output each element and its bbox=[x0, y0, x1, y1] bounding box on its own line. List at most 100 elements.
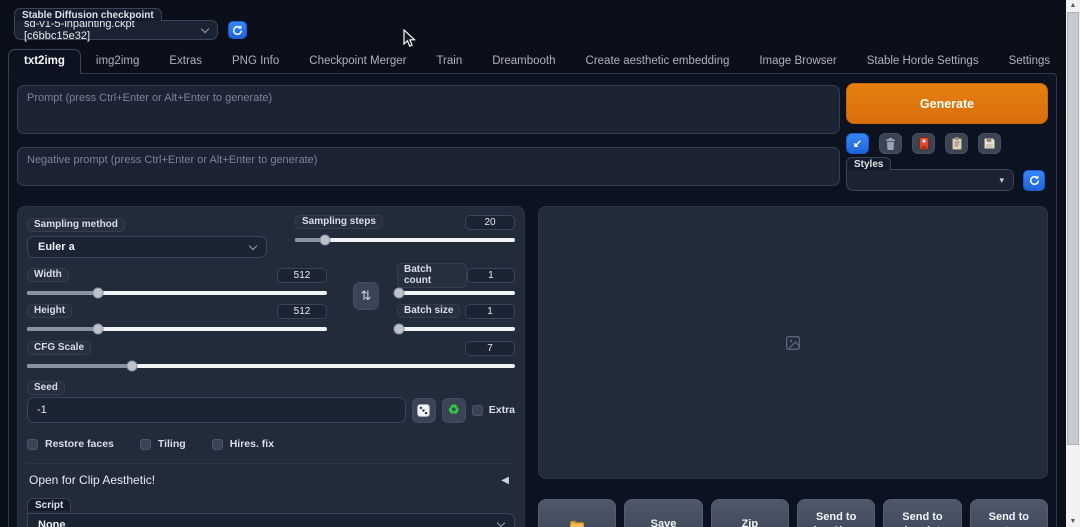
tiling-option: Tiling bbox=[139, 438, 186, 450]
tab-txt2img[interactable]: txt2img bbox=[8, 49, 81, 74]
seed-extra-label: Extra bbox=[488, 404, 515, 416]
tab-dreambooth[interactable]: Dreambooth bbox=[477, 50, 570, 73]
height-number[interactable]: 512 bbox=[277, 303, 327, 319]
slider-fill bbox=[27, 364, 132, 368]
dimensions-row: Width 512 Height 512 ⇅ Batch count 1 Bat… bbox=[27, 262, 515, 335]
tab-image-browser[interactable]: Image Browser bbox=[744, 50, 851, 73]
send-to-img2img-button[interactable]: Send to img2img bbox=[796, 499, 876, 527]
apply-style-button[interactable] bbox=[945, 133, 968, 154]
batch-count-label: Batch count bbox=[397, 262, 467, 288]
slider-thumb[interactable] bbox=[393, 323, 405, 335]
checkpoint-block: Stable Diffusion checkpoint sd-v1-5-inpa… bbox=[14, 8, 218, 42]
refresh-checkpoint-button[interactable] bbox=[228, 21, 247, 39]
slider-thumb[interactable] bbox=[393, 287, 405, 299]
send-to-extras-button[interactable]: Send to extras bbox=[969, 499, 1048, 527]
batch-size-label: Batch size bbox=[397, 304, 461, 318]
card-icon bbox=[918, 137, 929, 150]
prompt-section: Generate ↙ bbox=[17, 83, 1048, 191]
width-number[interactable]: 512 bbox=[277, 267, 327, 283]
scrollbar-thumb[interactable] bbox=[1067, 12, 1079, 445]
generation-section: Sampling method Euler a Sampling steps 2… bbox=[17, 206, 1048, 527]
seed-label: Seed bbox=[27, 381, 65, 395]
zip-button[interactable]: Zip bbox=[710, 499, 789, 527]
recycle-icon: ♻ bbox=[447, 402, 460, 417]
window-scrollbar[interactable]: ▲ ▼ bbox=[1066, 0, 1080, 527]
sampling-steps-number[interactable]: 20 bbox=[465, 214, 515, 230]
tab-create-aesthetic-embedding[interactable]: Create aesthetic embedding bbox=[571, 50, 745, 73]
batch-count-number[interactable]: 1 bbox=[466, 267, 515, 283]
height-slider[interactable] bbox=[27, 323, 327, 335]
tab-settings[interactable]: Settings bbox=[994, 50, 1066, 73]
prompt-tools: ↙ bbox=[846, 133, 1048, 154]
cfg-scale-slider[interactable] bbox=[27, 360, 515, 372]
hires-fix-checkbox[interactable] bbox=[211, 438, 223, 450]
swap-width-height-button[interactable]: ⇅ bbox=[353, 282, 379, 310]
trash-icon bbox=[886, 137, 895, 150]
sampling-steps-block: Sampling steps 20 bbox=[295, 214, 515, 258]
sampling-method-select[interactable]: Euler a bbox=[27, 236, 267, 258]
checkpoint-header: Stable Diffusion checkpoint sd-v1-5-inpa… bbox=[8, 0, 1057, 42]
clear-prompt-button[interactable] bbox=[879, 133, 902, 154]
slider-thumb[interactable] bbox=[92, 287, 103, 299]
batch-size-slider[interactable] bbox=[393, 323, 515, 335]
batch-column: Batch count 1 Batch size 1 bbox=[393, 262, 515, 335]
folder-icon bbox=[570, 520, 585, 527]
tab-png-info[interactable]: PNG Info bbox=[217, 50, 294, 73]
prompt-column bbox=[17, 83, 840, 191]
random-seed-button[interactable] bbox=[411, 397, 436, 423]
extra-networks-button[interactable] bbox=[912, 133, 935, 154]
prompt-input[interactable] bbox=[17, 85, 840, 134]
save-button[interactable]: Save bbox=[624, 499, 703, 527]
output-column: Save Zip Send to img2img Send to inpaint… bbox=[538, 206, 1048, 527]
save-style-button[interactable] bbox=[978, 133, 1001, 154]
checkpoint-value: sd-v1-5-inpainting.ckpt [c6bbc15e32] bbox=[24, 18, 135, 42]
chevron-down-icon bbox=[496, 518, 506, 527]
tab-checkpoint-merger[interactable]: Checkpoint Merger bbox=[294, 50, 421, 73]
tab-train[interactable]: Train bbox=[421, 50, 477, 73]
sampling-steps-slider[interactable] bbox=[295, 234, 515, 246]
seed-extra-checkbox[interactable] bbox=[471, 404, 483, 416]
tiling-checkbox[interactable] bbox=[139, 438, 151, 450]
tab-stable-horde-settings[interactable]: Stable Horde Settings bbox=[852, 50, 994, 73]
slider-thumb[interactable] bbox=[126, 360, 138, 372]
negative-prompt-input[interactable] bbox=[17, 147, 840, 186]
checkpoint-select[interactable]: sd-v1-5-inpainting.ckpt [c6bbc15e32] bbox=[14, 18, 218, 42]
cfg-scale-label: CFG Scale bbox=[27, 341, 92, 355]
script-value: None bbox=[38, 518, 66, 527]
restore-faces-checkbox[interactable] bbox=[27, 438, 38, 450]
clip-aesthetic-accordion[interactable]: Open for Clip Aesthetic! ◀ bbox=[27, 463, 515, 494]
cfg-scale-number[interactable]: 7 bbox=[465, 340, 515, 356]
width-slider[interactable] bbox=[27, 287, 327, 299]
slider-fill bbox=[27, 291, 98, 295]
seed-input[interactable] bbox=[27, 397, 406, 423]
open-folder-button[interactable] bbox=[538, 499, 617, 527]
sampling-steps-label: Sampling steps bbox=[295, 215, 383, 229]
scroll-up-icon[interactable]: ▲ bbox=[1066, 2, 1080, 9]
script-select[interactable]: None bbox=[27, 513, 515, 527]
batch-size-block: Batch size 1 bbox=[393, 303, 515, 335]
paste-arrow-icon: ↙ bbox=[852, 138, 863, 150]
tab-img2img[interactable]: img2img bbox=[81, 50, 154, 73]
scroll-down-icon[interactable]: ▼ bbox=[1066, 518, 1080, 525]
reuse-seed-button[interactable]: ♻ bbox=[441, 397, 466, 423]
styles-select[interactable]: ▾ bbox=[846, 169, 1014, 191]
batch-size-number[interactable]: 1 bbox=[465, 303, 515, 319]
slider-thumb[interactable] bbox=[92, 323, 103, 335]
hires-fix-option: Hires. fix bbox=[211, 438, 274, 450]
generate-button[interactable]: Generate bbox=[846, 83, 1048, 124]
accordion-collapsed-icon: ◀ bbox=[501, 474, 509, 486]
script-block: Script None bbox=[27, 495, 515, 527]
sampler-row: Sampling method Euler a Sampling steps 2… bbox=[27, 214, 515, 258]
styles-block: Styles ▾ bbox=[846, 157, 1014, 191]
sd-webui-app: Stable Diffusion checkpoint sd-v1-5-inpa… bbox=[8, 0, 1057, 527]
seed-block: Seed ♻ bbox=[27, 377, 515, 423]
slider-thumb[interactable] bbox=[319, 234, 331, 246]
restore-faces-label: Restore faces bbox=[45, 438, 114, 450]
send-to-inpaint-button[interactable]: Send to inpaint bbox=[883, 499, 962, 527]
paste-params-button[interactable]: ↙ bbox=[846, 133, 869, 154]
tab-extras[interactable]: Extras bbox=[154, 50, 217, 73]
batch-count-slider[interactable] bbox=[393, 287, 515, 299]
styles-row: Styles ▾ bbox=[846, 157, 1048, 191]
dropdown-caret-icon: ▾ bbox=[999, 174, 1004, 185]
refresh-styles-button[interactable] bbox=[1023, 170, 1045, 191]
